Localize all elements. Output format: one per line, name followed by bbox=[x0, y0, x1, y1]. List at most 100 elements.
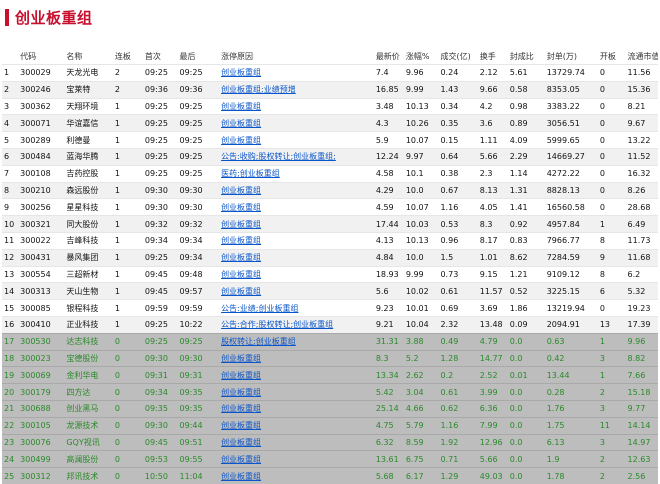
cell-code: 300246 bbox=[18, 80, 65, 99]
cell-reason[interactable]: 创业板重组 bbox=[219, 399, 374, 418]
cell-reason[interactable]: 公告:合作;股权转让;创业板重组 bbox=[219, 315, 374, 334]
table-row[interactable]: 13 300554 三超新材 1 09:45 09:48 创业板重组 18.93 9.99 0.7… bbox=[2, 265, 658, 283]
table-row[interactable]: 19 300069 金利华电 0 09:31 09:31 创业板重组 13.34 2.62 0.2… bbox=[2, 366, 658, 384]
column-header-seal[interactable]: 封单(万) bbox=[544, 48, 598, 65]
table-row[interactable]: 6 300484 蓝海华腾 1 09:25 09:25 公告:收购;股权转让;创业板重组; 1… bbox=[2, 147, 658, 166]
reason-link[interactable]: 创业板重组 bbox=[221, 102, 261, 111]
table-row[interactable]: 16 300410 正业科技 1 09:25 10:22 公告:合作;股权转让;创业板重组 9… bbox=[2, 315, 658, 334]
cell-reason[interactable]: 创业板重组 bbox=[219, 97, 374, 115]
reason-link[interactable]: 创业板重组 bbox=[221, 270, 261, 279]
cell-reason[interactable]: 医药;创业板重组 bbox=[219, 164, 374, 183]
cell-reason[interactable]: 创业板重组 bbox=[219, 215, 374, 233]
cell-reason[interactable]: 创业板重组 bbox=[219, 366, 374, 384]
table-row[interactable]: 8 300210 森远股份 1 09:30 09:30 创业板重组 4.29 10.0 0.67 8… bbox=[2, 181, 658, 199]
reason-link[interactable]: 创业板重组 bbox=[221, 68, 261, 77]
table-row[interactable]: 4 300071 华谊嘉信 1 09:25 09:25 创业板重组 4.3 10.26 0.35 3… bbox=[2, 114, 658, 132]
cell-reason[interactable]: 公告:业绩;创业板重组 bbox=[219, 299, 374, 317]
table-row[interactable]: 3 300362 天翔环境 1 09:25 09:25 创业板重组 3.48 10.13 0.34… bbox=[2, 97, 658, 115]
reason-link[interactable]: 创业板重组 bbox=[221, 354, 261, 363]
table-row[interactable]: 17 300530 达志科技 0 09:25 09:25 股权转让;创业板重组 31.31 3.… bbox=[2, 332, 658, 351]
cell-reason[interactable]: 创业板重组 bbox=[219, 131, 374, 149]
reason-link[interactable]: 创业板重组 bbox=[221, 186, 261, 195]
cell-reason[interactable]: 创业板重组 bbox=[219, 114, 374, 132]
table-row[interactable]: 5 300289 利德曼 1 09:25 09:25 创业板重组 5.9 10.07 0.15 1.… bbox=[2, 131, 658, 149]
cell-reason[interactable]: 创业板重组 bbox=[219, 433, 374, 451]
reason-link[interactable]: 创业板重组 bbox=[221, 404, 261, 413]
cell-cap: 7.66 bbox=[625, 366, 658, 384]
column-header-turnover[interactable]: 换手 bbox=[477, 48, 508, 65]
cell-reason[interactable]: 创业板重组 bbox=[219, 265, 374, 283]
reason-link[interactable]: 创业板重组 bbox=[221, 472, 261, 481]
cell-change: 9.96 bbox=[403, 64, 439, 82]
table-row[interactable]: 10 300321 同大股份 1 09:32 09:32 创业板重组 17.44 10.03 0.… bbox=[2, 215, 658, 233]
cell-code: 300029 bbox=[18, 64, 65, 82]
column-header-price[interactable]: 最新价 bbox=[373, 48, 404, 65]
table-row[interactable]: 20 300179 四方达 0 09:34 09:35 创业板重组 5.42 3.04 0.61 3… bbox=[2, 383, 658, 401]
cell-cap: 8.26 bbox=[625, 181, 658, 199]
reason-link[interactable]: 创业板重组 bbox=[221, 371, 261, 380]
column-header-name[interactable]: 名称 bbox=[64, 48, 113, 65]
column-header-cap[interactable]: 流通市值 bbox=[625, 48, 658, 65]
table-row[interactable]: 24 300499 高澜股份 0 09:53 09:55 创业板重组 13.61 6.75 0.7… bbox=[2, 450, 658, 468]
reason-link[interactable]: 创业板重组 bbox=[221, 421, 261, 430]
cell-ratio: 0.52 bbox=[507, 282, 545, 300]
cell-seal: 13.44 bbox=[544, 366, 598, 384]
column-header-first[interactable]: 首次 bbox=[142, 48, 178, 65]
column-header-lianban[interactable]: 连板 bbox=[112, 48, 143, 65]
table-row[interactable]: 14 300313 天山生物 1 09:45 09:57 创业板重组 5.6 10.02 0.61… bbox=[2, 282, 658, 300]
table-row[interactable]: 18 300023 宝德股份 0 09:30 09:30 创业板重组 8.3 5.2 1.28 14… bbox=[2, 349, 658, 367]
cell-reason[interactable]: 创业板重组 bbox=[219, 198, 374, 216]
table-row[interactable]: 21 300688 创业黑马 0 09:35 09:35 创业板重组 25.14 4.66 0.6… bbox=[2, 399, 658, 418]
reason-link[interactable]: 创业板重组 bbox=[221, 220, 261, 229]
column-header-code[interactable]: 代码 bbox=[18, 48, 65, 65]
cell-reason[interactable]: 创业板重组 bbox=[219, 64, 374, 82]
cell-reason[interactable]: 创业板重组;业绩预增 bbox=[219, 80, 374, 99]
reason-link[interactable]: 创业板重组 bbox=[221, 136, 261, 145]
cell-reason[interactable]: 创业板重组 bbox=[219, 282, 374, 300]
reason-link[interactable]: 创业板重组 bbox=[221, 253, 261, 262]
column-header-reason[interactable]: 涨停原因 bbox=[219, 48, 374, 65]
table-row[interactable]: 15 300085 银程科技 1 09:59 09:59 公告:业绩;创业板重组 9.23 10… bbox=[2, 299, 658, 317]
table-row[interactable]: 23 300076 GQY视讯 0 09:45 09:51 创业板重组 6.32 8.59 1.9… bbox=[2, 433, 658, 451]
cell-name: 四方达 bbox=[64, 383, 113, 401]
cell-reason[interactable]: 创业板重组 bbox=[219, 231, 374, 250]
cell-reason[interactable]: 创业板重组 bbox=[219, 450, 374, 468]
reason-link[interactable]: 公告:合作;股权转让;创业板重组 bbox=[221, 320, 333, 329]
column-header-idx[interactable] bbox=[2, 48, 19, 65]
reason-link[interactable]: 创业板重组 bbox=[221, 388, 261, 397]
reason-link[interactable]: 创业板重组 bbox=[221, 119, 261, 128]
column-header-open[interactable]: 开板 bbox=[597, 48, 626, 65]
column-header-ratio[interactable]: 封成比 bbox=[507, 48, 545, 65]
reason-link[interactable]: 创业板重组 bbox=[221, 438, 261, 447]
reason-link[interactable]: 公告:业绩;创业板重组 bbox=[221, 304, 298, 313]
table-row[interactable]: 9 300256 星星科技 1 09:30 09:30 创业板重组 4.59 10.07 1.16… bbox=[2, 198, 658, 216]
cell-name: 蓝海华腾 bbox=[64, 147, 113, 166]
cell-reason[interactable]: 创业板重组 bbox=[219, 181, 374, 199]
reason-link[interactable]: 创业板重组 bbox=[221, 455, 261, 464]
table-row[interactable]: 7 300108 吉药控股 1 09:25 09:25 医药;创业板重组 4.58 10.1 0.… bbox=[2, 164, 658, 183]
cell-reason[interactable]: 创业板重组 bbox=[219, 416, 374, 435]
reason-link[interactable]: 创业板重组 bbox=[221, 287, 261, 296]
table-row[interactable]: 11 300022 吉峰科技 1 09:34 09:34 创业板重组 4.13 10.13 0.9… bbox=[2, 231, 658, 250]
column-header-last[interactable]: 最后 bbox=[177, 48, 220, 65]
reason-link[interactable]: 公告:收购;股权转让;创业板重组; bbox=[221, 152, 336, 161]
table-row[interactable]: 12 300431 暴风集团 1 09:25 09:34 创业板重组 4.84 10.0 1.5 1… bbox=[2, 248, 658, 267]
column-header-amount[interactable]: 成交(亿) bbox=[438, 48, 478, 65]
cell-reason[interactable]: 公告:收购;股权转让;创业板重组; bbox=[219, 147, 374, 166]
cell-reason[interactable]: 创业板重组 bbox=[219, 349, 374, 367]
table-row[interactable]: 1 300029 天龙光电 2 09:25 09:25 创业板重组 7.4 9.96 0.24 2.… bbox=[2, 64, 658, 82]
reason-link[interactable]: 创业板重组 bbox=[221, 236, 261, 245]
reason-link[interactable]: 创业板重组 bbox=[221, 203, 261, 212]
reason-link[interactable]: 股权转让;创业板重组 bbox=[221, 337, 296, 346]
cell-reason[interactable]: 创业板重组 bbox=[219, 467, 374, 484]
cell-reason[interactable]: 创业板重组 bbox=[219, 383, 374, 401]
table-row[interactable]: 2 300246 宝莱特 2 09:36 09:36 创业板重组;业绩预增 16.85 9.99… bbox=[2, 80, 658, 99]
reason-link[interactable]: 医药;创业板重组 bbox=[221, 169, 280, 178]
table-row[interactable]: 22 300105 龙源技术 0 09:30 09:44 创业板重组 4.75 5.79 1.16… bbox=[2, 416, 658, 435]
table-row[interactable]: 25 300312 邦讯技术 0 10:50 11:04 创业板重组 5.68 6.17 1.29… bbox=[2, 467, 658, 484]
reason-link[interactable]: 创业板重组;业绩预增 bbox=[221, 85, 296, 94]
cell-reason[interactable]: 股权转让;创业板重组 bbox=[219, 332, 374, 351]
cell-code: 300362 bbox=[18, 97, 65, 115]
cell-reason[interactable]: 创业板重组 bbox=[219, 248, 374, 267]
column-header-change[interactable]: 涨幅% bbox=[403, 48, 439, 65]
